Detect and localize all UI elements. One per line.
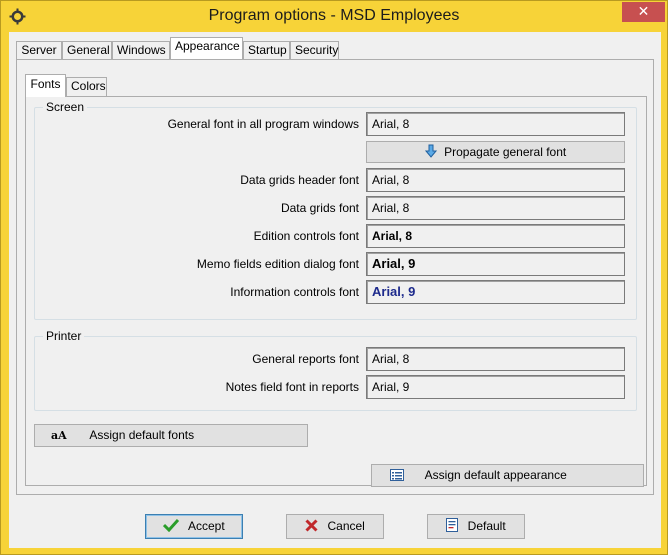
subtab-colors[interactable]: Colors: [66, 77, 107, 97]
notes-field-font-label: Notes field font in reports: [225, 380, 359, 394]
propagate-general-font-label: Propagate general font: [444, 145, 567, 159]
fonts-tab-panel: Screen General font in all program windo…: [25, 96, 647, 486]
arrow-down-icon: [424, 144, 437, 159]
default-label: Default: [467, 519, 506, 533]
tab-label: Windows: [117, 43, 166, 57]
tab-label: Security: [295, 43, 339, 57]
checkmark-icon: [163, 519, 180, 533]
close-icon: ✕: [637, 3, 650, 19]
font-size-icon: aA: [51, 429, 67, 443]
assign-default-fonts-label: Assign default fonts: [89, 428, 195, 442]
tab-label: Server: [21, 43, 57, 57]
tab-security[interactable]: Security: [290, 41, 339, 60]
tab-appearance[interactable]: Appearance: [170, 37, 243, 59]
data-grids-font-label: Data grids font: [280, 201, 359, 215]
propagate-general-font-button[interactable]: Propagate general font: [366, 141, 625, 163]
tab-general[interactable]: General: [62, 41, 112, 60]
data-grids-header-font-label: Data grids header font: [240, 173, 359, 187]
general-reports-font-label: General reports font: [252, 352, 359, 366]
general-font-field[interactable]: Arial, 8: [366, 112, 625, 136]
edition-controls-font-label: Edition controls font: [253, 229, 359, 243]
tab-label: Fonts: [30, 77, 61, 91]
title-bar[interactable]: Program options - MSD Employees ✕: [1, 1, 667, 32]
program-options-window: Program options - MSD Employees ✕ Server…: [0, 0, 668, 555]
x-icon: [305, 519, 318, 532]
assign-default-fonts-button[interactable]: aA Assign default fonts: [34, 424, 308, 447]
screen-group: Screen General font in all program windo…: [34, 100, 637, 320]
general-reports-font-field[interactable]: Arial, 8: [366, 347, 625, 371]
tab-label: Appearance: [175, 39, 240, 53]
accept-button[interactable]: Accept: [145, 514, 243, 539]
default-document-icon: [446, 518, 459, 533]
information-controls-font-label: Information controls font: [230, 285, 359, 299]
cancel-label: Cancel: [327, 519, 365, 533]
subtab-fonts[interactable]: Fonts: [25, 74, 66, 97]
tab-startup[interactable]: Startup: [243, 41, 290, 60]
information-controls-font-field[interactable]: Arial, 9: [366, 280, 625, 304]
printer-group: Printer General reports font Arial, 8 No…: [34, 329, 637, 411]
client-area: Server General Windows Appearance Startu…: [9, 32, 661, 548]
list-icon: [390, 468, 404, 481]
default-button[interactable]: Default: [427, 514, 525, 539]
data-grids-header-font-field[interactable]: Arial, 8: [366, 168, 625, 192]
tab-server[interactable]: Server: [16, 41, 62, 60]
tab-label: Colors: [71, 79, 106, 93]
printer-group-label: Printer: [43, 329, 85, 343]
screen-group-label: Screen: [43, 100, 88, 114]
assign-default-appearance-button[interactable]: Assign default appearance: [371, 464, 644, 487]
window-title: Program options - MSD Employees: [208, 7, 460, 24]
appearance-tab-panel: Fonts Colors Screen General font in all …: [16, 59, 654, 495]
cancel-button[interactable]: Cancel: [286, 514, 384, 539]
edition-controls-font-field[interactable]: Arial, 8: [366, 224, 625, 248]
memo-fields-font-field[interactable]: Arial, 9: [366, 252, 625, 276]
assign-default-appearance-label: Assign default appearance: [424, 468, 567, 482]
general-font-label: General font in all program windows: [167, 117, 359, 131]
tab-label: Startup: [248, 43, 287, 57]
data-grids-font-field[interactable]: Arial, 8: [366, 196, 625, 220]
close-button[interactable]: ✕: [622, 2, 665, 22]
tab-windows[interactable]: Windows: [112, 41, 170, 60]
accept-label: Accept: [187, 519, 225, 533]
tab-label: General: [67, 43, 110, 57]
notes-field-font-field[interactable]: Arial, 9: [366, 375, 625, 399]
memo-fields-font-label: Memo fields edition dialog font: [196, 257, 359, 271]
